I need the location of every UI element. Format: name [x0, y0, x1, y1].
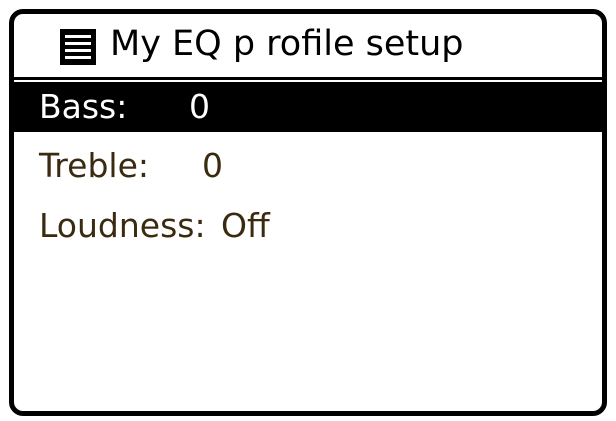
menu-item-value: 0: [202, 146, 223, 185]
eq-profile-screen: My EQ p rofile setup Bass: 0 Treble: 0 L…: [9, 9, 607, 416]
menu-item-label: Loudness:: [39, 206, 206, 245]
menu-item-label: Bass:: [39, 87, 128, 126]
menu-item-treble[interactable]: Treble: 0: [14, 141, 602, 191]
menu-list-icon: [58, 27, 98, 71]
menu-item-value: 0: [189, 87, 210, 126]
menu-item-loudness[interactable]: Loudness: Off: [14, 201, 602, 251]
title-bar: My EQ p rofile setup: [14, 14, 602, 80]
page-title: My EQ p rofile setup: [110, 24, 464, 64]
menu-item-label: Treble:: [39, 146, 149, 185]
menu-item-value: Off: [221, 206, 270, 245]
menu-item-bass[interactable]: Bass: 0: [14, 82, 602, 132]
